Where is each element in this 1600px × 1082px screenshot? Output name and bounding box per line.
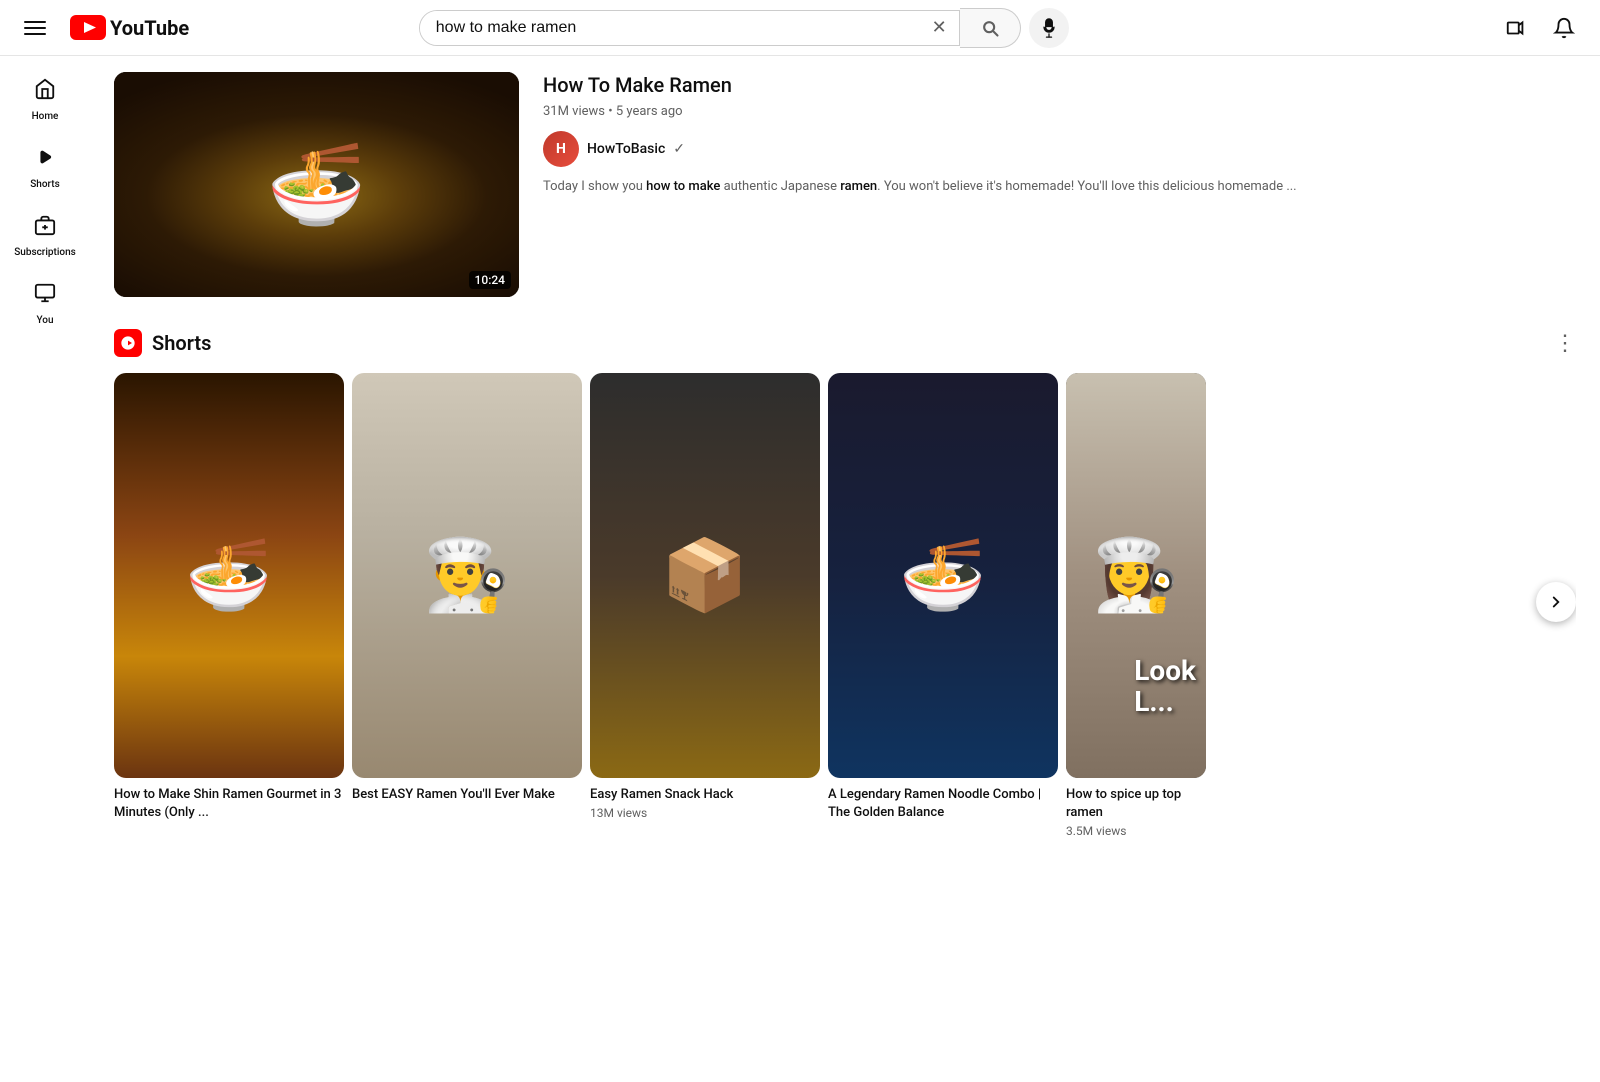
short-card[interactable]: 🍜 How to Make Shin Ramen Gourmet in 3 Mi…: [114, 373, 344, 838]
short-card[interactable]: 🍜 A Legendary Ramen Noodle Combo | The G…: [828, 373, 1058, 838]
top-video-title[interactable]: How To Make Ramen: [543, 72, 1576, 98]
create-icon: [1505, 17, 1527, 39]
sidebar-item-home-label: Home: [32, 111, 59, 122]
subscriptions-icon: [34, 214, 56, 241]
search-container: how to make ramen ✕: [419, 8, 1069, 48]
sidebar-item-subscriptions[interactable]: Subscriptions: [0, 200, 90, 268]
shorts-logo: [114, 329, 142, 357]
short-bg-3: 📦: [590, 373, 820, 778]
search-input[interactable]: how to make ramen: [420, 11, 920, 45]
sidebar-item-shorts-label: Shorts: [30, 179, 60, 190]
sidebar-item-you[interactable]: You: [0, 268, 90, 336]
shorts-header: Shorts ⋮: [114, 329, 1576, 357]
short-bg-5: 👩‍🍳 LookL...: [1066, 373, 1206, 778]
logo-text: YouTube: [110, 16, 189, 40]
short-thumbnail: 🍜: [114, 373, 344, 778]
video-duration: 10:24: [469, 271, 511, 289]
shorts-section: Shorts ⋮ 🍜 How to Make Shin Ramen Gourme…: [114, 329, 1576, 838]
short-bg-1: 🍜: [114, 373, 344, 778]
channel-name[interactable]: HowToBasic: [587, 141, 665, 157]
chevron-right-icon: [1547, 593, 1565, 611]
search-icon: [980, 18, 1000, 38]
short-title: How to spice up top ramen: [1066, 786, 1206, 822]
shorts-grid: 🍜 How to Make Shin Ramen Gourmet in 3 Mi…: [114, 373, 1576, 838]
short-thumbnail: 🍜: [828, 373, 1058, 778]
search-clear-button[interactable]: ✕: [920, 11, 959, 45]
microphone-icon: [1039, 18, 1059, 38]
sidebar-item-subscriptions-label: Subscriptions: [14, 247, 76, 258]
short-title: Best EASY Ramen You'll Ever Make: [352, 786, 582, 804]
short-overlay-text: LookL...: [1134, 656, 1196, 718]
desc-bold-1: how to make: [646, 179, 720, 194]
short-bg-2: 👨‍🍳: [352, 373, 582, 778]
shorts-more-options-button[interactable]: ⋮: [1554, 330, 1576, 356]
shorts-title-row: Shorts: [114, 329, 211, 357]
short-bg-4: 🍜: [828, 373, 1058, 778]
thumbnail-image: [114, 72, 519, 297]
sidebar: Home Shorts Subscriptions You: [0, 56, 90, 1082]
short-title: A Legendary Ramen Noodle Combo | The Gol…: [828, 786, 1058, 822]
sidebar-item-home[interactable]: Home: [0, 64, 90, 132]
bell-icon: [1553, 17, 1575, 39]
youtube-logo[interactable]: YouTube: [70, 15, 189, 40]
short-thumbnail: 👩‍🍳 LookL...: [1066, 373, 1206, 778]
top-video-thumbnail[interactable]: 10:24: [114, 72, 519, 297]
top-video-meta: 31M views • 5 years ago: [543, 104, 1576, 119]
you-icon: [34, 282, 56, 309]
short-card[interactable]: 👨‍🍳 Best EASY Ramen You'll Ever Make: [352, 373, 582, 838]
short-thumbnail: 👨‍🍳: [352, 373, 582, 778]
shorts-next-button[interactable]: [1536, 582, 1576, 622]
hamburger-menu-button[interactable]: [16, 13, 54, 43]
top-video-description: Today I show you how to make authentic J…: [543, 177, 1576, 197]
short-card[interactable]: 👩‍🍳 LookL... How to spice up top ramen 3…: [1066, 373, 1206, 838]
search-bar: how to make ramen ✕: [419, 10, 960, 46]
home-icon: [34, 78, 56, 105]
short-views: 13M views: [590, 806, 820, 820]
top-video-info: How To Make Ramen 31M views • 5 years ag…: [543, 72, 1576, 197]
create-button[interactable]: [1496, 8, 1536, 48]
voice-search-button[interactable]: [1029, 8, 1069, 48]
top-video-result: 10:24 How To Make Ramen 31M views • 5 ye…: [114, 72, 1576, 297]
search-submit-button[interactable]: [960, 8, 1021, 48]
channel-row: H HowToBasic ✓: [543, 131, 1576, 167]
short-title: How to Make Shin Ramen Gourmet in 3 Minu…: [114, 786, 344, 822]
verified-icon: ✓: [673, 141, 685, 157]
sidebar-item-you-label: You: [36, 315, 53, 326]
sidebar-item-shorts[interactable]: Shorts: [0, 132, 90, 200]
main-content: 10:24 How To Make Ramen 31M views • 5 ye…: [90, 56, 1600, 854]
shorts-sidebar-icon: [34, 146, 56, 173]
desc-bold-2: ramen: [840, 179, 877, 194]
shorts-heading: Shorts: [152, 331, 211, 355]
header: YouTube how to make ramen ✕: [0, 0, 1600, 56]
notifications-button[interactable]: [1544, 8, 1584, 48]
short-thumbnail: 📦: [590, 373, 820, 778]
channel-avatar[interactable]: H: [543, 131, 579, 167]
short-title: Easy Ramen Snack Hack: [590, 786, 820, 804]
short-card[interactable]: 📦 Easy Ramen Snack Hack 13M views: [590, 373, 820, 838]
short-views: 3.5M views: [1066, 824, 1206, 838]
header-actions: [1496, 8, 1584, 48]
